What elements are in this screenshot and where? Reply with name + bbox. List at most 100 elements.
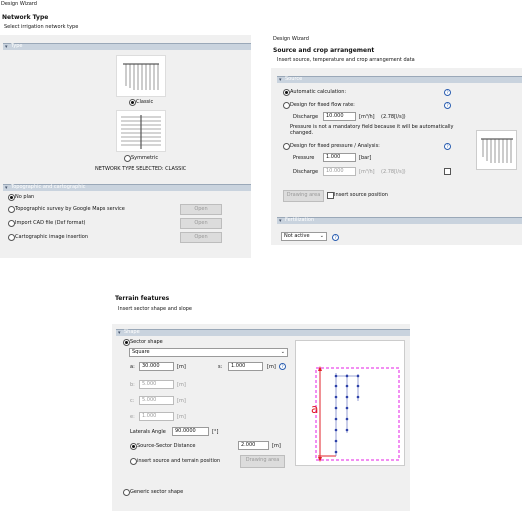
pressure-input[interactable]: 1.000 bbox=[323, 153, 356, 162]
source-sector-unit: [m] bbox=[272, 443, 281, 449]
terrain-diagram: a bbox=[311, 366, 400, 462]
window-title: Design Wizard bbox=[273, 36, 309, 42]
no-plan-label: No plan bbox=[15, 194, 35, 200]
sector-shape-label: Sector shape bbox=[130, 339, 163, 345]
section-label: Type bbox=[11, 43, 23, 49]
b-input[interactable]: 5.000 bbox=[139, 380, 174, 389]
auto-calc-radio[interactable] bbox=[283, 89, 290, 96]
discharge2-ls: (2.78[l/s]) bbox=[381, 169, 406, 175]
topo-section-header[interactable]: ▾ Topographic and cartographic bbox=[3, 184, 251, 191]
open-carto-button[interactable]: Open bbox=[180, 232, 222, 243]
symmetric-network-image[interactable] bbox=[116, 110, 166, 152]
source-section-header[interactable]: ▾ Source bbox=[277, 76, 522, 83]
chevron-down-icon: ⌄ bbox=[280, 349, 285, 355]
open-topo-button[interactable]: Open bbox=[180, 204, 222, 215]
generic-shape-label: Generic sector shape bbox=[130, 489, 184, 495]
s-unit: [m] bbox=[267, 364, 276, 370]
discharge-checkbox[interactable] bbox=[444, 168, 451, 175]
discharge-label: Discharge bbox=[293, 114, 319, 120]
sector-shape-radio[interactable] bbox=[123, 339, 130, 346]
discharge2-label: Discharge bbox=[293, 169, 319, 175]
symmetric-label: Symmetric bbox=[131, 155, 159, 161]
laterals-angle-label: Laterals Angle bbox=[130, 429, 166, 435]
import-cad-label: Import CAD file (Dxf format) bbox=[15, 220, 86, 226]
insert-source-terrain-radio[interactable] bbox=[130, 458, 137, 465]
laterals-angle-unit: [°] bbox=[212, 429, 219, 435]
e-input[interactable]: 1.000 bbox=[139, 412, 174, 421]
window-title: Design Wizard bbox=[1, 1, 37, 7]
source-sector-input[interactable]: 2.000 bbox=[238, 441, 269, 450]
fertilization-select[interactable]: Not active ⌄ bbox=[281, 232, 327, 241]
discharge2-unit: [m³/h] bbox=[359, 169, 375, 175]
help-icon[interactable]: ? bbox=[444, 143, 451, 150]
section-label: Fertilization bbox=[285, 217, 315, 223]
collapse-icon: ▾ bbox=[118, 330, 121, 336]
network-type-panel: Design Wizard Network Type Select irriga… bbox=[0, 0, 251, 258]
c-label: c: bbox=[130, 398, 135, 404]
fixed-pressure-label: Design for fixed pressure / Analysis: bbox=[290, 143, 380, 149]
fixed-flow-radio[interactable] bbox=[283, 102, 290, 109]
no-plan-radio[interactable] bbox=[8, 194, 15, 201]
discharge-unit: [m³/h] bbox=[359, 114, 375, 120]
collapse-icon: ▾ bbox=[279, 218, 282, 224]
classic-radio[interactable] bbox=[129, 99, 136, 106]
collapse-icon: ▾ bbox=[5, 44, 8, 50]
selected-type-text: NETWORK TYPE SELECTED: CLASSIC bbox=[95, 166, 187, 172]
carto-image-label: Cartographic image insertion bbox=[15, 234, 89, 240]
classic-label: Classic bbox=[136, 99, 154, 105]
page-title: Terrain features bbox=[115, 295, 170, 302]
discharge-ls: (2.78[l/s]) bbox=[381, 114, 406, 120]
laterals-angle-input[interactable]: 90.0000 bbox=[172, 427, 209, 436]
generic-shape-radio[interactable] bbox=[123, 489, 130, 496]
type-section-header[interactable]: ▾ Type bbox=[3, 43, 251, 50]
a-input[interactable]: 30.000 bbox=[139, 362, 174, 371]
open-cad-button[interactable]: Open bbox=[180, 218, 222, 229]
page-title: Network Type bbox=[2, 14, 49, 21]
terrain-features-panel: Terrain features Insert sector shape and… bbox=[112, 288, 410, 511]
classic-network-image[interactable] bbox=[116, 55, 166, 97]
b-unit: [m] bbox=[177, 382, 186, 388]
s-input[interactable]: 1.000 bbox=[228, 362, 263, 371]
page-subtitle: Select irrigation network type bbox=[4, 24, 79, 30]
discharge2-input[interactable]: 10.000 bbox=[323, 167, 356, 176]
classic-diagram bbox=[123, 63, 159, 90]
s-label: s: bbox=[218, 364, 223, 370]
import-cad-radio[interactable] bbox=[8, 220, 15, 227]
crop-diagram bbox=[481, 138, 513, 163]
drawing-area-button[interactable]: Drawing area bbox=[240, 455, 285, 468]
page-subtitle: Insert sector shape and slope bbox=[118, 306, 193, 312]
e-unit: [m] bbox=[177, 414, 186, 420]
terrain-preview-canvas: a bbox=[295, 340, 405, 466]
carto-image-radio[interactable] bbox=[8, 234, 15, 241]
shape-section-header[interactable]: ▾ Shape bbox=[116, 329, 410, 336]
c-input[interactable]: 5.000 bbox=[139, 396, 174, 405]
chevron-down-icon: ⌄ bbox=[319, 233, 324, 239]
help-icon[interactable]: ? bbox=[444, 89, 451, 96]
shape-select[interactable]: Square ⌄ bbox=[129, 348, 288, 357]
help-icon[interactable]: ? bbox=[332, 234, 339, 241]
help-icon[interactable]: ? bbox=[279, 363, 286, 370]
insert-source-checkbox[interactable] bbox=[327, 192, 334, 199]
pressure-note: Pressure is not a mandatory field becaus… bbox=[290, 124, 454, 136]
a-label: a: bbox=[130, 364, 135, 370]
page-title: Source and crop arrangement bbox=[273, 47, 375, 54]
discharge-input[interactable]: 10.000 bbox=[323, 112, 356, 121]
e-label: e: bbox=[130, 414, 135, 420]
topo-survey-label: Topographic survey by Google Maps servic… bbox=[15, 206, 125, 212]
source-sector-radio[interactable] bbox=[130, 443, 137, 450]
symmetric-radio[interactable] bbox=[124, 155, 131, 162]
source-crop-panel: Design Wizard Source and crop arrangemen… bbox=[271, 33, 522, 245]
insert-source-label: Insert source position bbox=[334, 192, 388, 198]
dimension-letter: a bbox=[311, 402, 318, 416]
insert-source-terrain-label: insert source and terrain position bbox=[137, 458, 221, 464]
help-icon[interactable]: ? bbox=[444, 102, 451, 109]
drawing-area-button[interactable]: Drawing area bbox=[283, 190, 324, 202]
sector-boundary bbox=[315, 367, 400, 461]
collapse-icon: ▾ bbox=[5, 185, 8, 191]
fixed-flow-label: Design for fixed flow rate: bbox=[290, 102, 355, 108]
topo-survey-radio[interactable] bbox=[8, 206, 15, 213]
source-sector-label: Source-Sector Distance bbox=[137, 443, 196, 449]
fixed-pressure-radio[interactable] bbox=[283, 143, 290, 150]
section-label: Source bbox=[285, 76, 303, 82]
fertilization-section-header[interactable]: ▾ Fertilization bbox=[277, 217, 522, 224]
